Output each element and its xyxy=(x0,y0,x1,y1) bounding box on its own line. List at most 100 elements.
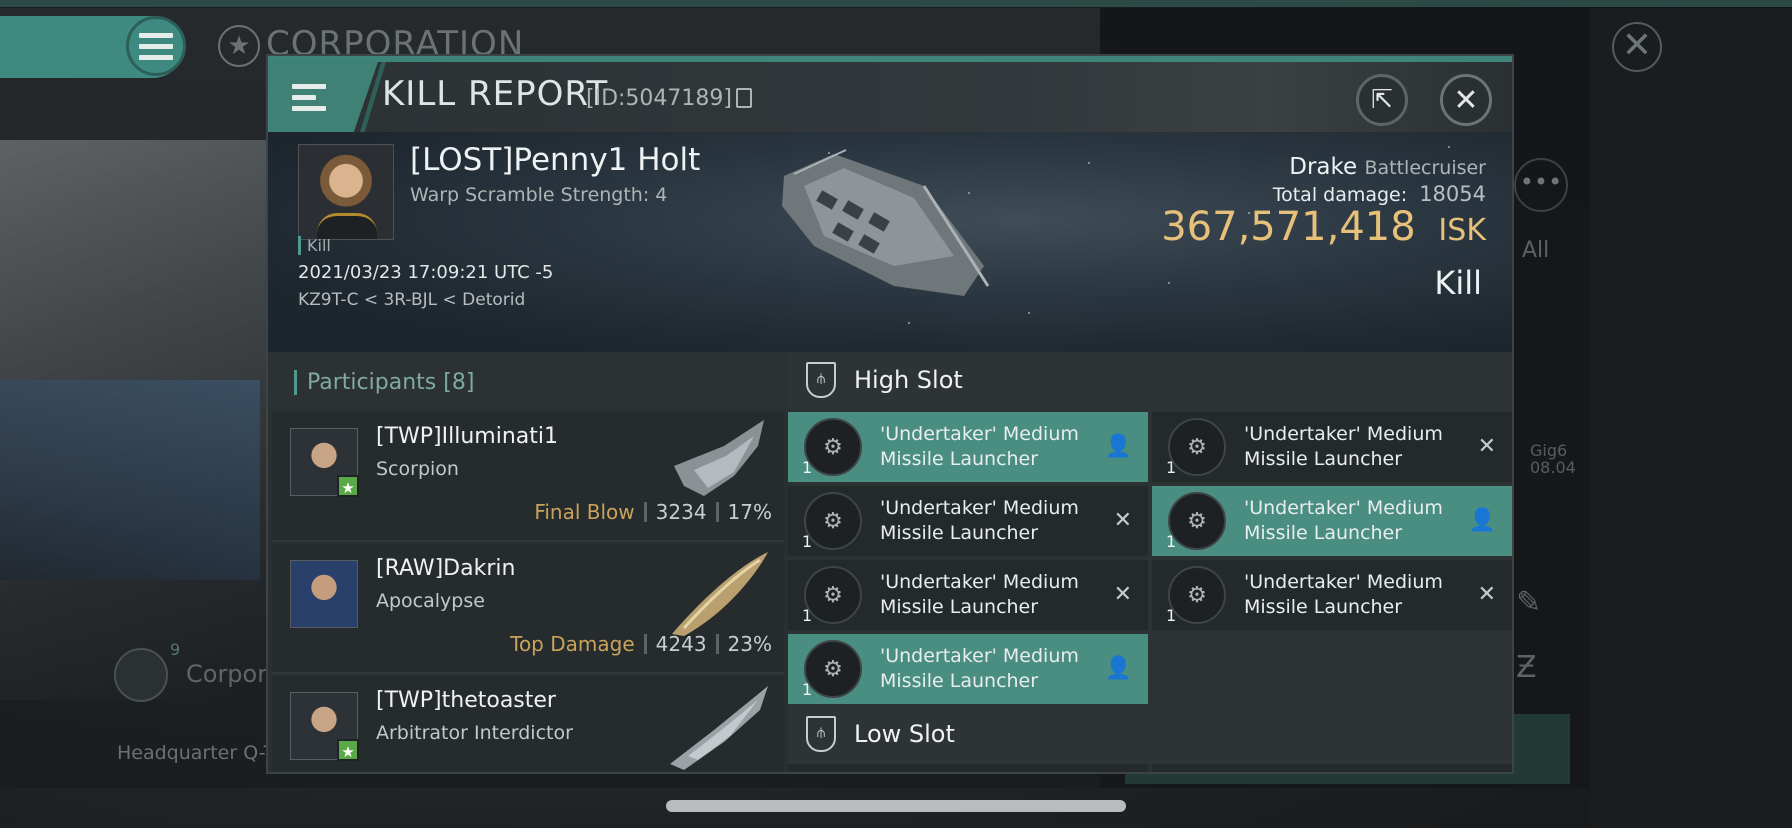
total-damage: Total damage: 18054 xyxy=(1273,182,1486,206)
close-icon: ✕ xyxy=(1453,82,1479,118)
participant-avatar[interactable] xyxy=(290,560,358,628)
victim-banner: [LOST]Penny1 Holt Warp Scramble Strength… xyxy=(268,132,1512,352)
module-quantity: 1 xyxy=(1166,458,1177,477)
background-structure-art xyxy=(0,380,260,580)
module-name: 'Undertaker' Medium Missile Launcher xyxy=(1244,571,1443,618)
isk-amount: 367,571,418 xyxy=(1161,204,1416,250)
more-options-icon[interactable]: ••• xyxy=(1514,158,1568,212)
corporation-star-icon: ★ xyxy=(218,25,260,67)
low-slot-title: Low Slot xyxy=(854,720,955,748)
participant-avatar[interactable]: ★ xyxy=(290,428,359,497)
low-slot-header: ⫛ Low Slot xyxy=(788,706,1512,764)
participant-row[interactable]: ★ [TWP]Illuminati1 Scorpion Final Blow 32… xyxy=(272,412,784,542)
module-name: 'Undertaker' Medium Missile Launcher xyxy=(880,645,1079,692)
module-name: 'Undertaker' Medium Missile Launcher xyxy=(880,497,1079,544)
background-close-icon[interactable]: ✕ xyxy=(1612,22,1662,72)
high-slot-header: ⫛ High Slot xyxy=(788,352,1512,410)
module-slot[interactable] xyxy=(788,764,1148,772)
participant-ship: Arbitrator Interdictor xyxy=(376,722,573,744)
missile-launcher-icon: ⚙ xyxy=(1168,566,1226,624)
warp-scramble-strength: Warp Scramble Strength: 4 xyxy=(410,184,668,206)
person-icon: 👤 xyxy=(1104,656,1132,681)
module-slot[interactable]: ⚙ 1 'Undertaker' Medium Missile Launcher… xyxy=(788,486,1148,556)
ship-class: Battlecruiser xyxy=(1364,157,1486,179)
ship-name: Drake xyxy=(1289,154,1358,180)
dialog-accent-bar xyxy=(268,56,1512,62)
all-filter-label[interactable]: All xyxy=(1522,238,1549,263)
star-badge-icon: ★ xyxy=(337,739,359,761)
kill-report-dialog: KILL REPORT [ID:5047189] ⇱ ✕ [LOST]Penny… xyxy=(266,54,1514,774)
drake-ship-image xyxy=(782,149,990,296)
participant-ship: Apocalypse xyxy=(376,590,485,612)
edit-icon[interactable]: ✎ xyxy=(1516,585,1541,620)
module-slot[interactable] xyxy=(1152,764,1512,772)
top-damage-label: Top Damage xyxy=(510,632,635,656)
dialog-title: KILL REPORT xyxy=(382,74,609,114)
module-quantity: 1 xyxy=(802,606,813,625)
missile-launcher-icon: ⚙ xyxy=(1168,418,1226,476)
corporation-count-badge: 9 xyxy=(170,640,181,659)
apocalypse-ship-image xyxy=(672,552,768,636)
participants-panel: Participants [8] ★ [TWP]Illuminati1 Scor… xyxy=(268,352,788,772)
arbitrator-ship-image xyxy=(670,686,768,770)
isk-unit: ISK xyxy=(1438,213,1486,248)
copy-icon[interactable] xyxy=(736,88,752,108)
participant-stats: Final Blow 3234 17% xyxy=(534,500,772,524)
high-slot-icon: ⫛ xyxy=(806,362,836,398)
dialog-menu-button[interactable] xyxy=(268,62,378,132)
scorpion-ship-image xyxy=(674,420,764,496)
module-slot[interactable]: ⚙ 1 'Undertaker' Medium Missile Launcher… xyxy=(788,560,1148,630)
isk-value: 367,571,418 ISK xyxy=(1161,204,1486,250)
module-quantity: 1 xyxy=(802,532,813,551)
fitting-slots-panel: ⫛ High Slot ⚙ 1 'Undertaker' Medium Miss… xyxy=(788,352,1512,772)
module-quantity: 1 xyxy=(1166,606,1177,625)
missile-launcher-icon: ⚙ xyxy=(804,566,862,624)
close-button[interactable]: ✕ xyxy=(1440,74,1492,126)
menu-icon xyxy=(292,83,326,111)
module-quantity: 1 xyxy=(802,680,813,699)
main-menu-button[interactable] xyxy=(126,16,186,76)
final-blow-label: Final Blow xyxy=(534,500,635,524)
victim-name[interactable]: [LOST]Penny1 Holt xyxy=(410,142,700,178)
star-badge-icon: ★ xyxy=(337,475,359,497)
person-icon: 👤 xyxy=(1104,434,1132,459)
participant-row[interactable]: [RAW]Dakrin Apocalypse Top Damage 4243 23% xyxy=(272,544,784,674)
x-icon: ✕ xyxy=(1477,582,1496,607)
total-damage-value: 18054 xyxy=(1419,182,1486,206)
kill-timestamp: 2021/03/23 17:09:21 UTC -5 xyxy=(298,262,554,283)
settings-z-icon[interactable]: Ƶ xyxy=(1516,650,1537,685)
participant-ship: Scorpion xyxy=(376,458,459,480)
module-slot[interactable]: ⚙ 1 'Undertaker' Medium Missile Launcher… xyxy=(1152,486,1512,556)
participant-avatar[interactable]: ★ xyxy=(290,692,359,761)
module-slot[interactable]: ⚙ 1 'Undertaker' Medium Missile Launcher… xyxy=(1152,560,1512,630)
module-slot[interactable]: ⚙ 1 'Undertaker' Medium Missile Launcher… xyxy=(1152,412,1512,482)
x-icon: ✕ xyxy=(1113,508,1132,533)
module-name: 'Undertaker' Medium Missile Launcher xyxy=(880,423,1079,470)
dialog-header: KILL REPORT [ID:5047189] ⇱ ✕ xyxy=(268,62,1512,132)
participant-stats: Top Damage 4243 23% xyxy=(510,632,772,656)
x-icon: ✕ xyxy=(1113,582,1132,607)
x-icon: ✕ xyxy=(1477,434,1496,459)
participant-name: [TWP]Illuminati1 xyxy=(376,424,558,449)
menu-icon xyxy=(139,32,173,60)
total-damage-label: Total damage: xyxy=(1272,184,1408,206)
module-slot[interactable]: ⚙ 1 'Undertaker' Medium Missile Launcher… xyxy=(788,412,1148,482)
missile-launcher-icon: ⚙ xyxy=(1168,492,1226,550)
corporation-menu-button[interactable] xyxy=(114,648,168,702)
headquarter-label: Headquarter Q-T xyxy=(117,742,276,764)
participant-name: [RAW]Dakrin xyxy=(376,556,516,581)
kill-location[interactable]: KZ9T-C < 3R-BJL < Detorid xyxy=(298,290,525,310)
participant-name: [TWP]thetoaster xyxy=(376,688,556,713)
module-quantity: 1 xyxy=(1166,532,1177,551)
share-button[interactable]: ⇱ xyxy=(1356,74,1408,126)
high-slot-title: High Slot xyxy=(854,366,963,394)
victim-avatar[interactable] xyxy=(298,144,394,240)
participants-title: Participants [8] xyxy=(294,370,474,395)
module-slot[interactable]: ⚙ 1 'Undertaker' Medium Missile Launcher… xyxy=(788,634,1148,704)
top-accent-line xyxy=(0,0,1792,7)
participants-count: [8] xyxy=(443,370,475,395)
low-slot-icon: ⫛ xyxy=(806,716,836,752)
share-icon: ⇱ xyxy=(1371,85,1393,115)
home-indicator[interactable] xyxy=(666,800,1126,812)
participant-row[interactable]: ★ [TWP]thetoaster Arbitrator Interdictor xyxy=(272,676,784,772)
